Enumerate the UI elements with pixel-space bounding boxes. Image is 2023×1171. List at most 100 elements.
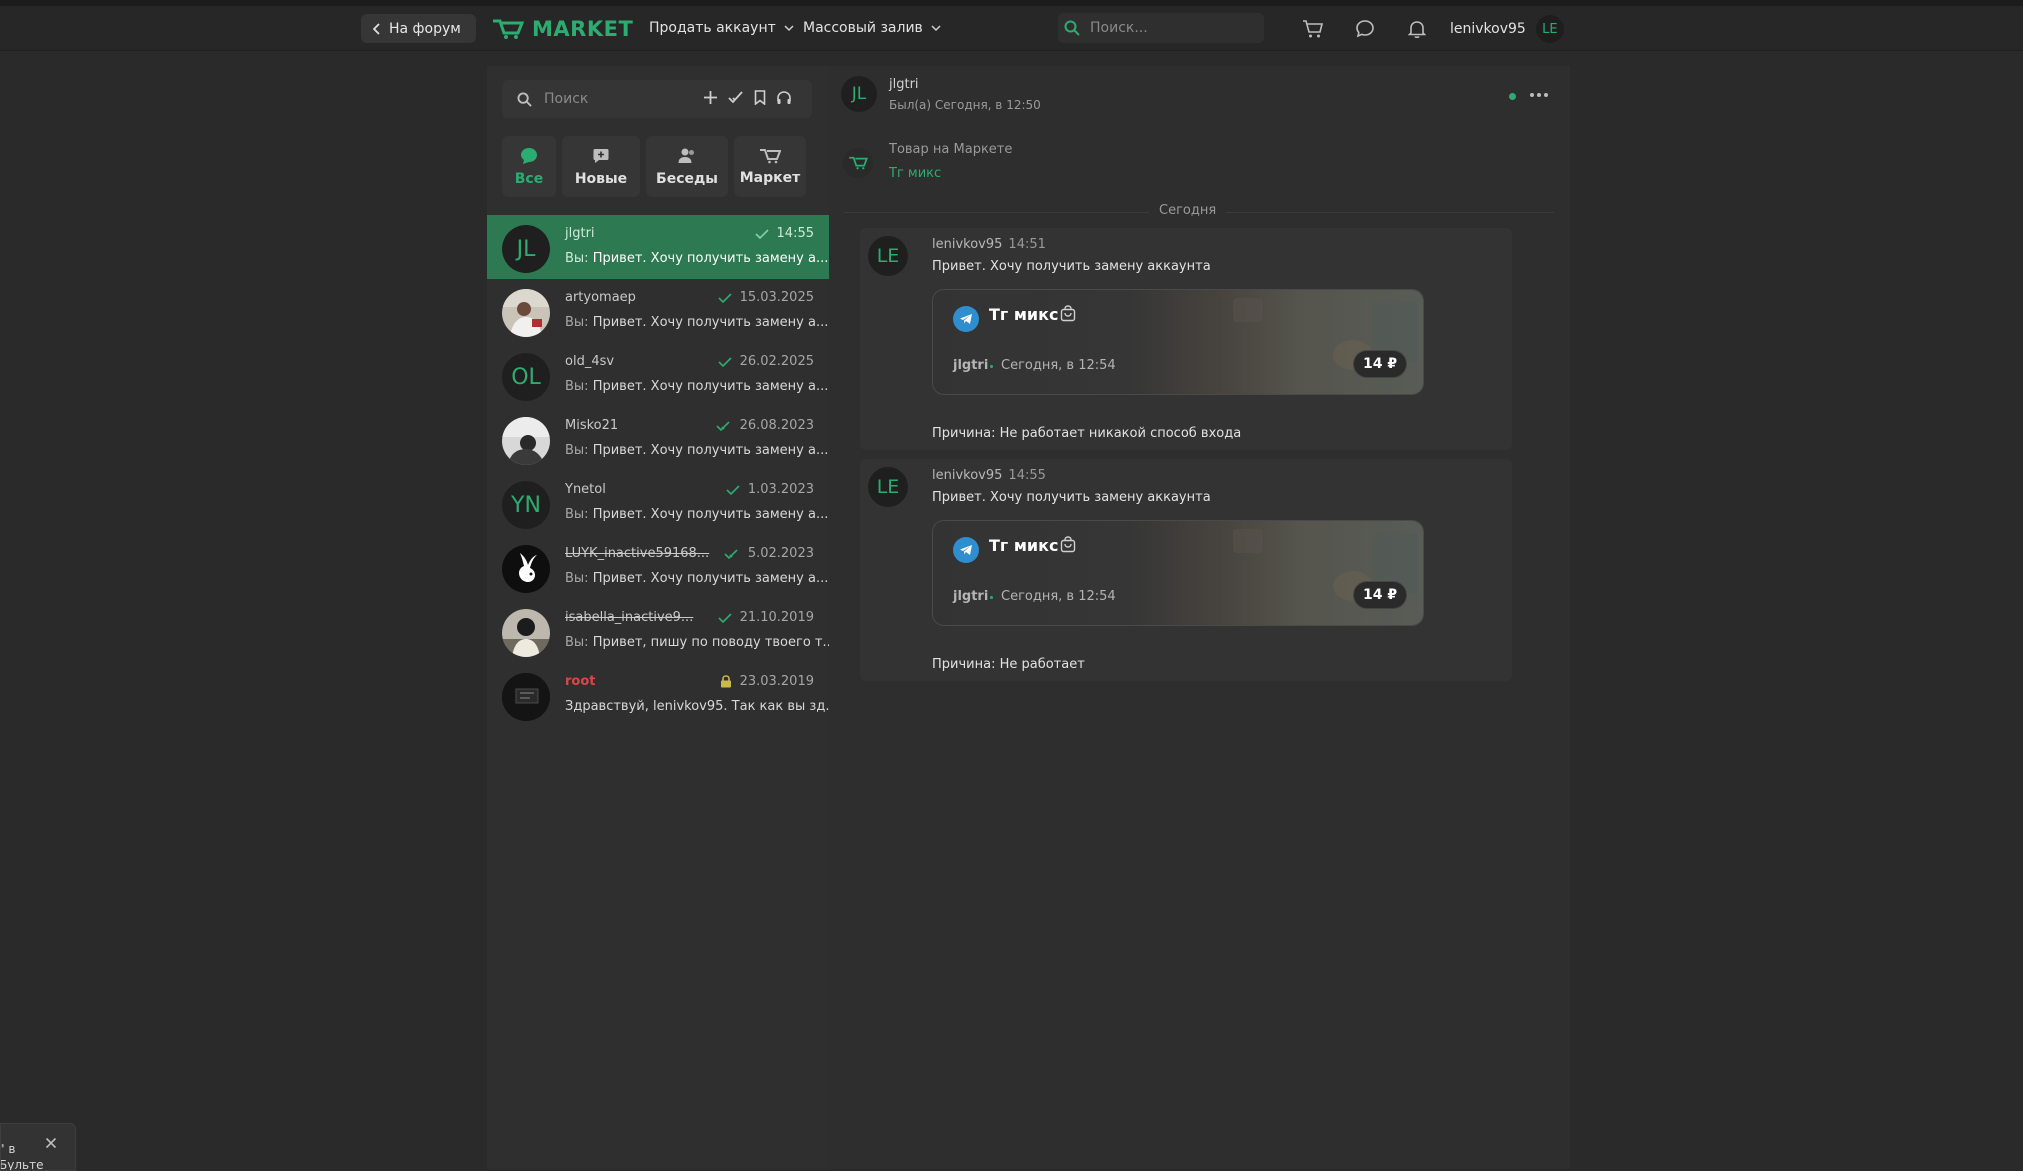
top-search-placeholder: Поиск... xyxy=(1090,20,1148,36)
messages-button[interactable] xyxy=(1353,17,1377,41)
date-text: 1.03.2023 xyxy=(747,482,814,497)
preview-text: Привет. Хочу получить замену а... xyxy=(592,507,829,522)
card-seller[interactable]: jlgtri xyxy=(953,358,988,373)
chevron-left-icon xyxy=(373,22,380,35)
new-chat-icon xyxy=(593,148,609,163)
conversation-date: 26.08.2023 xyxy=(715,418,814,433)
conversation-item[interactable]: isabella_inactive9... 21.10.2019 Вы: При… xyxy=(487,599,835,663)
chat-partner-avatar[interactable]: JL xyxy=(841,76,877,112)
shopping-bag-icon xyxy=(1060,305,1076,322)
back-to-forum-button[interactable]: На форум xyxy=(361,14,476,43)
date-text: 26.08.2023 xyxy=(739,418,814,433)
preview-text: Привет. Хочу получить замену а... xyxy=(592,251,829,266)
date-text: 14:55 xyxy=(776,226,814,241)
tab-new-label: Новые xyxy=(574,170,628,187)
avatar xyxy=(502,545,550,593)
new-conversation-button[interactable] xyxy=(703,90,718,105)
chat-bubble-icon xyxy=(1356,20,1374,38)
users-icon xyxy=(678,148,694,163)
conversation-item[interactable]: artyomaep 15.03.2025 Вы: Привет. Хочу по… xyxy=(487,279,829,343)
support-button[interactable] xyxy=(776,90,792,105)
back-to-forum-label: На форум xyxy=(389,20,461,37)
sidebar-search-placeholder: Поиск xyxy=(544,91,589,107)
conversation-preview: Вы: Привет. Хочу получить замену а... xyxy=(565,251,828,266)
you-prefix: Вы: xyxy=(565,379,589,394)
card-seller[interactable]: jlgtri xyxy=(953,589,988,604)
tab-new[interactable]: Новые xyxy=(562,136,640,197)
avatar: OL xyxy=(502,353,550,401)
conversation-item[interactable]: root 23.03.2019 Здравствуй, lenivkov95. … xyxy=(487,663,838,727)
conversation-item[interactable]: LUYK_inactive59168... 5.02.2023 Вы: Прив… xyxy=(487,535,829,599)
conversation-name: LUYK_inactive59168... xyxy=(565,546,710,561)
chat-partner-name[interactable]: jlgtri xyxy=(889,77,919,92)
avatar: JL xyxy=(502,225,550,273)
conversation-date: 1.03.2023 xyxy=(726,482,814,497)
preview-text: Привет. Хочу получить замену а... xyxy=(592,379,829,394)
preview-text: Привет. Хочу получить замену а... xyxy=(592,571,829,586)
day-label: Сегодня xyxy=(1149,203,1227,218)
card-title: Тг микс xyxy=(989,536,1059,555)
close-icon[interactable] xyxy=(45,1137,57,1149)
mass-upload-menu[interactable]: Массовый залив xyxy=(803,20,941,36)
conversation-name: Misko21 xyxy=(565,418,619,433)
tab-conversations[interactable]: Беседы xyxy=(646,136,728,197)
conversation-item[interactable]: OL old_4sv 26.02.2025 Вы: Привет. Хочу п… xyxy=(487,343,829,407)
avatar xyxy=(502,289,550,337)
message-avatar[interactable]: LE xyxy=(868,236,908,276)
tab-market[interactable]: Маркет xyxy=(734,136,806,197)
username: lenivkov95 xyxy=(1450,21,1526,37)
author-name[interactable]: lenivkov95 xyxy=(932,237,1002,252)
sell-account-label: Продать аккаунт xyxy=(649,20,776,36)
notifications-button[interactable] xyxy=(1405,17,1429,41)
conversation-date: 14:55 xyxy=(754,226,814,241)
sidebar-search-input[interactable]: Поиск xyxy=(517,81,710,117)
message-text: Привет. Хочу получить замену аккаунта xyxy=(932,259,1211,274)
messenger-panel: Поиск Все Новые Беседы Маркет JL jlgtri … xyxy=(487,66,1570,1169)
conversation-item[interactable]: JL jlgtri 14:55 Вы: Привет. Хочу получит… xyxy=(487,215,829,279)
separator-dot xyxy=(990,596,993,599)
chevron-down-icon xyxy=(931,24,941,31)
product-card[interactable]: Тг микс jlgtri Сегодня, в 12:54 14 ₽ xyxy=(932,289,1424,395)
product-card[interactable]: Тг микс jlgtri Сегодня, в 12:54 14 ₽ xyxy=(932,520,1424,626)
date-text: 5.02.2023 xyxy=(747,546,814,561)
conversation-item[interactable]: YN Ynetol 1.03.2023 Вы: Привет. Хочу пол… xyxy=(487,471,829,535)
author-name[interactable]: lenivkov95 xyxy=(932,468,1002,483)
more-options-icon[interactable] xyxy=(1530,88,1552,102)
cart-button[interactable] xyxy=(1301,17,1325,41)
tab-conversations-label: Беседы xyxy=(656,170,718,187)
avatar xyxy=(502,417,550,465)
bookmark-icon xyxy=(754,90,766,105)
you-prefix: Вы: xyxy=(565,635,589,650)
message-author: lenivkov95 14:51 xyxy=(932,237,1046,252)
conversation-name: root xyxy=(565,674,596,689)
preview-text: Привет. Хочу получить замену а... xyxy=(592,443,829,458)
check-icon xyxy=(726,484,740,495)
bookmarks-button[interactable] xyxy=(754,90,766,105)
photo-avatar-icon xyxy=(502,609,550,657)
notification-toast[interactable]: " в Бульте xyxy=(0,1123,76,1171)
you-prefix: Вы: xyxy=(565,507,589,522)
top-search-input[interactable]: Поиск... xyxy=(1058,13,1264,43)
sidebar-actions xyxy=(703,90,792,105)
conversation-preview: Вы: Привет. Хочу получить замену а... xyxy=(565,507,828,522)
message-avatar[interactable]: LE xyxy=(868,467,908,507)
telegram-icon xyxy=(953,537,979,563)
card-image-detail xyxy=(1233,298,1263,322)
cart-logo-icon xyxy=(493,19,524,39)
card-image-detail xyxy=(1233,529,1263,553)
message-text: Привет. Хочу получить замену аккаунта xyxy=(932,490,1211,505)
user-menu[interactable]: lenivkov95 LE xyxy=(1450,15,1564,43)
avatar xyxy=(502,673,550,721)
sell-account-menu[interactable]: Продать аккаунт xyxy=(649,20,794,36)
mass-upload-label: Массовый залив xyxy=(803,20,923,36)
cart-icon xyxy=(849,156,868,170)
plus-icon xyxy=(704,91,717,104)
market-logo[interactable]: MARKET xyxy=(492,16,633,42)
check-icon xyxy=(754,228,769,239)
shopping-bag-icon xyxy=(1060,536,1076,553)
tab-all[interactable]: Все xyxy=(502,136,556,197)
mark-read-button[interactable] xyxy=(728,90,744,105)
conversation-item[interactable]: Misko21 26.08.2023 Вы: Привет. Хочу полу… xyxy=(487,407,829,471)
product-link[interactable]: Тг микс xyxy=(889,166,941,181)
conversation-name: old_4sv xyxy=(565,354,615,369)
